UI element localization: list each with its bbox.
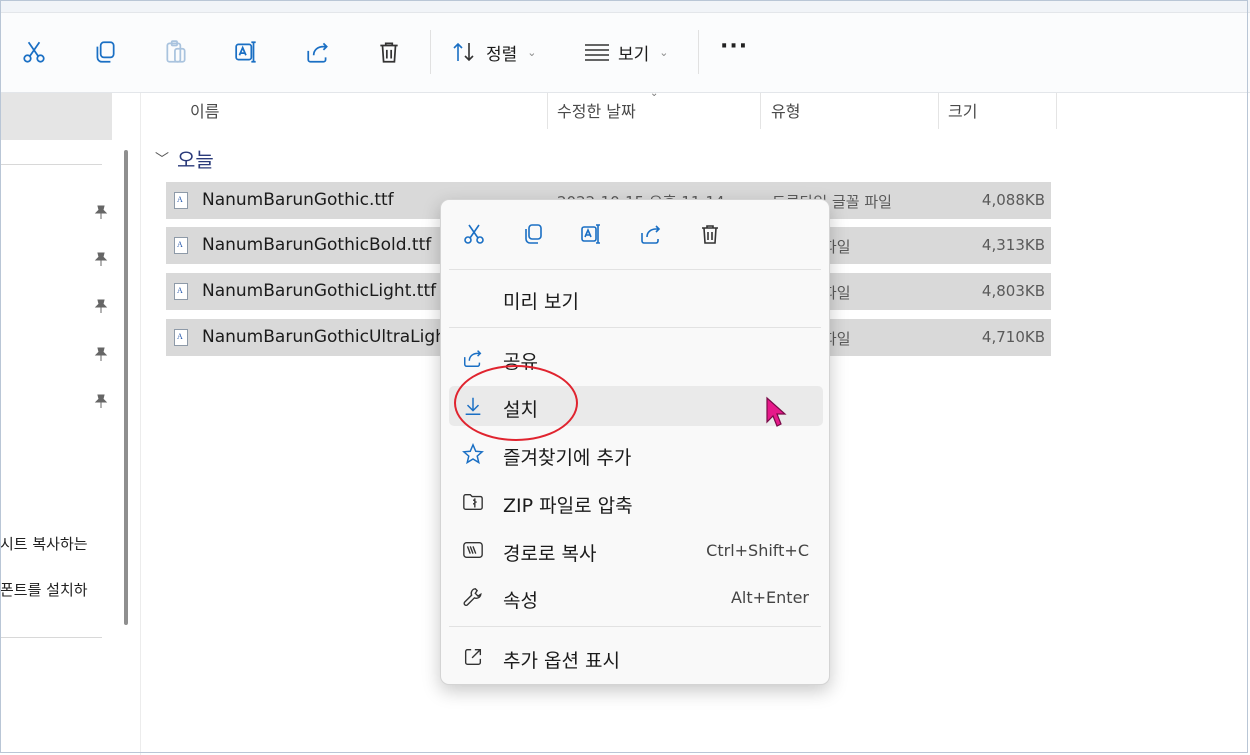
menu-item-label: 경로로 복사 bbox=[503, 543, 597, 565]
group-label: 오늘 bbox=[177, 148, 214, 172]
sidebar-item-selected[interactable] bbox=[0, 93, 112, 140]
menu-delete-button[interactable] bbox=[694, 218, 726, 250]
view-label: 보기 bbox=[618, 44, 650, 65]
pin-icon[interactable] bbox=[94, 394, 108, 408]
navigation-pane bbox=[0, 93, 140, 755]
pane-divider bbox=[140, 93, 141, 755]
menu-item-preview[interactable]: 미리 보기 bbox=[449, 278, 823, 318]
open-external-icon bbox=[461, 645, 485, 669]
copy-button[interactable] bbox=[87, 34, 123, 70]
rename-icon bbox=[581, 224, 600, 244]
file-size: 4,803KB bbox=[981, 282, 1045, 300]
pin-icon[interactable] bbox=[94, 252, 108, 266]
font-file-icon bbox=[174, 283, 188, 300]
more-options-button[interactable]: ··· bbox=[720, 34, 748, 59]
chevron-down-icon: ⌄ bbox=[527, 45, 537, 59]
column-separator[interactable] bbox=[760, 93, 761, 129]
copy-icon bbox=[96, 41, 115, 63]
toolbar-separator bbox=[430, 30, 431, 74]
menu-item-label: 즐겨찾기에 추가 bbox=[503, 447, 632, 469]
wrench-icon bbox=[461, 585, 485, 609]
sidebar-divider bbox=[0, 164, 102, 165]
column-header-type[interactable]: 유형 bbox=[771, 98, 800, 122]
file-name: NanumBarunGothicLight.ttf bbox=[202, 281, 437, 301]
chevron-down-icon: ﹀ bbox=[155, 151, 169, 168]
chevron-down-icon: ⌄ bbox=[659, 45, 669, 59]
column-separator[interactable] bbox=[938, 93, 939, 129]
shortcut-text: Ctrl+Shift+C bbox=[706, 541, 809, 560]
sidebar-divider bbox=[0, 637, 102, 638]
star-icon bbox=[461, 442, 485, 466]
delete-icon bbox=[380, 42, 398, 63]
pin-icon[interactable] bbox=[94, 299, 108, 313]
column-header-name[interactable]: 이름 bbox=[190, 98, 219, 122]
file-size: 4,710KB bbox=[981, 328, 1045, 346]
pin-icon[interactable] bbox=[94, 347, 108, 361]
view-dropdown[interactable]: 보기 ⌄ bbox=[584, 36, 669, 68]
menu-item-properties[interactable]: 속성 Alt+Enter bbox=[449, 577, 823, 617]
highlight-circle bbox=[454, 365, 578, 441]
menu-separator bbox=[449, 327, 821, 328]
zip-folder-icon bbox=[461, 490, 485, 514]
menu-item-label: 추가 옵션 표시 bbox=[503, 650, 620, 672]
rename-icon bbox=[235, 41, 256, 63]
sidebar-item-label[interactable]: 폰트를 설치하 bbox=[0, 579, 88, 600]
delete-button[interactable] bbox=[371, 34, 407, 70]
menu-share-button[interactable] bbox=[635, 218, 667, 250]
menu-item-label: 속성 bbox=[503, 590, 538, 612]
menu-copy-button[interactable] bbox=[517, 218, 549, 250]
menu-rename-button[interactable] bbox=[576, 218, 608, 250]
path-icon bbox=[461, 538, 485, 562]
share-icon bbox=[307, 42, 328, 63]
column-separator[interactable] bbox=[547, 93, 548, 129]
sort-dropdown[interactable]: 정렬 ⌄ bbox=[452, 36, 537, 68]
file-size: 4,313KB bbox=[981, 236, 1045, 254]
share-icon bbox=[641, 225, 661, 244]
menu-cut-button[interactable] bbox=[458, 218, 490, 250]
group-header-today[interactable]: ﹀ 오늘 bbox=[155, 144, 214, 173]
context-menu: 미리 보기 공유 설치 즐겨찾기에 추가 ZIP 파일로 압축 경로로 복사 C… bbox=[440, 199, 830, 685]
menu-item-zip[interactable]: ZIP 파일로 압축 bbox=[449, 482, 823, 522]
command-bar: 정렬 ⌄ 보기 ⌄ ··· bbox=[0, 0, 1250, 93]
menu-item-label: 미리 보기 bbox=[503, 291, 579, 313]
mouse-cursor-icon bbox=[766, 396, 787, 427]
sort-label: 정렬 bbox=[486, 44, 518, 65]
cut-button[interactable] bbox=[16, 34, 52, 70]
menu-item-copy-path[interactable]: 경로로 복사 Ctrl+Shift+C bbox=[449, 530, 823, 570]
sidebar-item-label[interactable]: 시트 복사하는 bbox=[0, 533, 88, 554]
view-icon bbox=[585, 44, 609, 61]
column-header-date[interactable]: 수정한 날짜 bbox=[557, 98, 636, 122]
paste-button[interactable] bbox=[158, 34, 194, 70]
font-file-icon bbox=[174, 192, 188, 209]
share-button[interactable] bbox=[300, 34, 336, 70]
menu-separator bbox=[449, 269, 821, 270]
file-name: NanumBarunGothicBold.ttf bbox=[202, 235, 432, 255]
sidebar-scrollbar[interactable] bbox=[124, 150, 128, 625]
sort-icon bbox=[453, 42, 474, 62]
font-file-icon bbox=[174, 329, 188, 346]
cut-icon bbox=[23, 41, 45, 63]
file-name: NanumBarunGothicUltraLight. bbox=[202, 327, 459, 347]
cut-icon bbox=[464, 224, 484, 244]
file-name: NanumBarunGothic.ttf bbox=[202, 190, 394, 210]
rename-button[interactable] bbox=[229, 34, 265, 70]
shortcut-text: Alt+Enter bbox=[730, 588, 809, 607]
paste-icon bbox=[166, 40, 186, 63]
toolbar-separator bbox=[698, 30, 699, 74]
menu-item-label: ZIP 파일로 압축 bbox=[503, 495, 633, 517]
copy-icon bbox=[525, 224, 542, 244]
column-header-size[interactable]: 크기 bbox=[948, 98, 977, 122]
file-size: 4,088KB bbox=[981, 191, 1045, 209]
sort-indicator-icon: ⌄ bbox=[650, 88, 659, 99]
font-file-icon bbox=[174, 237, 188, 254]
column-separator[interactable] bbox=[1056, 93, 1057, 129]
pin-icon[interactable] bbox=[94, 205, 108, 219]
menu-item-more-options[interactable]: 추가 옵션 표시 bbox=[449, 637, 823, 677]
share-icon bbox=[461, 346, 485, 370]
delete-icon bbox=[702, 225, 718, 244]
menu-separator bbox=[449, 626, 821, 627]
title-strip bbox=[0, 0, 1250, 13]
